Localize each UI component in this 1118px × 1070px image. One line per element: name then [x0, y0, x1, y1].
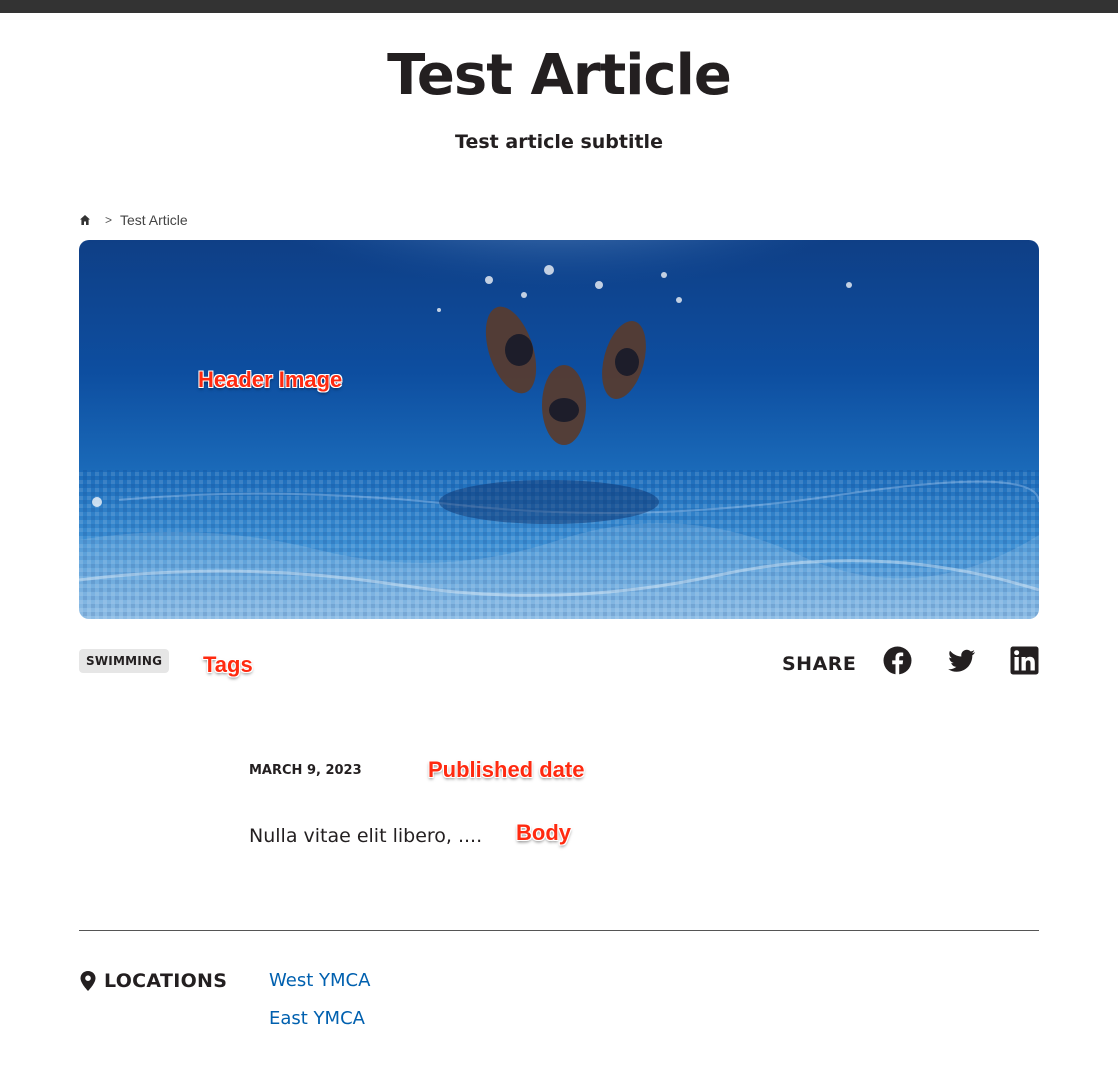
- published-date-annotation: Published date: [428, 757, 585, 782]
- location-link-west-ymca[interactable]: West YMCA: [269, 968, 370, 994]
- breadcrumb-current: Test Article: [120, 212, 188, 228]
- page-subtitle: Test article subtitle: [455, 131, 663, 153]
- home-icon[interactable]: [79, 214, 91, 226]
- map-pin-icon: [80, 971, 96, 991]
- locations-label: LOCATIONS: [104, 970, 228, 992]
- article-body: Nulla vitae elit libero, ....: [249, 825, 483, 847]
- page-title: Test Article: [387, 43, 732, 108]
- top-bar: [0, 0, 1118, 13]
- body-annotation: Body: [516, 820, 571, 845]
- header-image: [79, 240, 1039, 619]
- tag-swimming[interactable]: SWIMMING: [79, 649, 170, 673]
- locations-heading: LOCATIONS: [79, 970, 227, 992]
- tags-annotation: Tags: [203, 652, 253, 677]
- linkedin-icon[interactable]: [1010, 646, 1039, 675]
- header-image-art: [79, 240, 1039, 619]
- breadcrumb-separator: >: [105, 213, 113, 227]
- header-image-annotation: Header Image: [198, 367, 343, 392]
- published-date: MARCH 9, 2023: [249, 763, 362, 778]
- location-link-east-ymca[interactable]: East YMCA: [269, 1006, 365, 1032]
- breadcrumb: > Test Article: [79, 210, 188, 230]
- twitter-icon[interactable]: [947, 646, 976, 675]
- facebook-icon[interactable]: [883, 646, 912, 675]
- section-divider: [79, 930, 1039, 931]
- share-label: SHARE: [782, 653, 857, 675]
